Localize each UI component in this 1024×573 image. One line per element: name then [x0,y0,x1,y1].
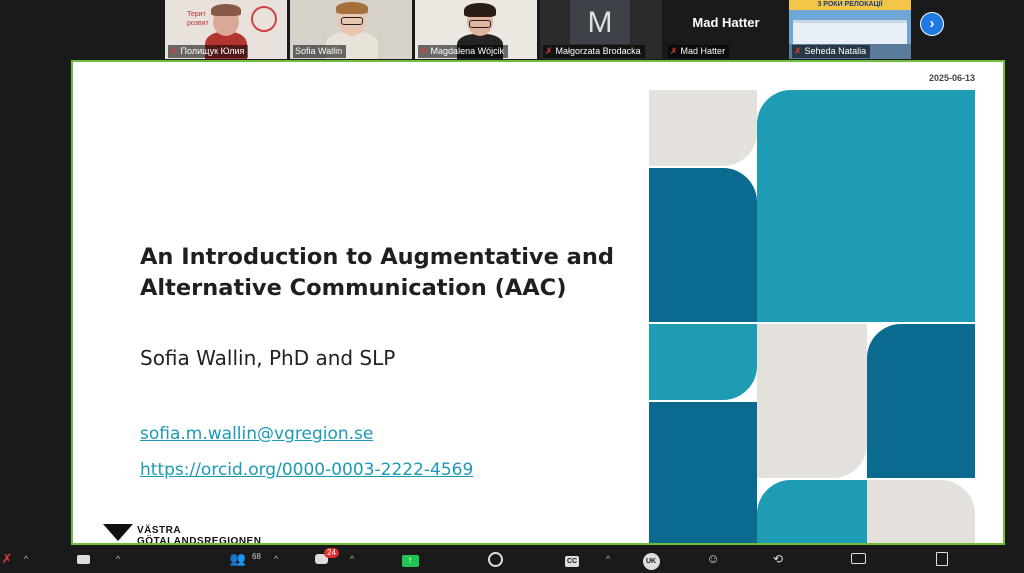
video-options-chevron-up-icon[interactable]: ^ [116,549,120,569]
background-banner: Терит розвит [187,11,209,27]
deco-shape [649,324,757,400]
mute-button[interactable]: ✗ [0,549,14,569]
slide-title: An Introduction to Augmentative and Alte… [140,244,614,301]
avatar-initial: M [587,6,613,39]
participant-name-label: ✗ Magdalena Wójcik [418,45,509,58]
deco-shape [867,324,975,478]
participant-name-label: Sofia Wallin [293,45,347,58]
participants-options-chevron-up-icon[interactable]: ^ [274,549,278,569]
mic-muted-icon: ✗ [794,46,802,56]
participant-name-label: ✗ Małgorzata Brodacka [543,45,645,58]
smiley-face-icon: ☺ [706,551,720,566]
mic-muted-icon: ✗ [170,46,178,56]
monitor-icon [850,553,866,564]
language-globe-icon: UK [642,553,660,570]
apps-icon: ⟲ [772,552,784,566]
video-camera-icon [76,555,90,564]
record-icon [487,552,503,567]
share-screen-button[interactable]: ↑ [400,549,420,569]
participants-button[interactable]: 👥 [226,549,250,569]
deco-shape [649,402,757,543]
captions-options-chevron-up-icon[interactable]: ^ [606,549,610,569]
notes-button[interactable] [932,549,952,569]
participants-count: 68 [252,552,261,561]
participant-tile[interactable]: Sofia Wallin [290,0,412,59]
orcid-link[interactable]: https://orcid.org/0000-0003-2222-4569 [140,460,473,480]
participants-icon: 👥 [229,551,247,566]
mic-muted-icon: ✗ [545,46,553,56]
slide-date: 2025-06-13 [928,73,975,83]
participant-tile[interactable]: ✗ Magdalena Wójcik [415,0,537,59]
background-banner: 3 РОКИ РЕЛОКАЦІЇ [789,0,911,10]
background-logo [251,6,277,32]
deco-shape [867,480,975,543]
participant-name-label: ✗ Mad Hatter [668,45,730,58]
record-button[interactable] [486,549,504,569]
slide-author: Sofia Wallin, PhD and SLP [140,346,396,370]
deco-shape [757,480,867,543]
deco-shape [649,90,757,166]
mic-muted-icon: ✗ [1,551,13,566]
video-button[interactable] [72,549,94,569]
participant-tile[interactable]: M ✗ Małgorzata Brodacka [540,0,662,59]
participant-display-name: Mad Hatter [692,15,760,30]
captions-button[interactable]: CC [562,549,582,569]
participant-strip: Терит розвит ✗ Полищук Юлия Sofia Wallin … [0,0,1024,60]
mic-muted-icon: ✗ [420,46,428,56]
audio-options-chevron-up-icon[interactable]: ^ [24,549,28,569]
notes-icon [936,552,948,566]
region-logo-icon [103,524,133,541]
reactions-button[interactable]: ☺ [703,549,723,569]
avatar: M [570,0,630,44]
deco-shape [757,90,975,322]
whiteboard-button[interactable] [848,549,868,569]
region-logo-text: VÄSTRA GÖTALANDSREGIONEN [137,525,262,545]
participant-tile[interactable]: Терит розвит ✗ Полищук Юлия [165,0,287,59]
meeting-toolbar: ✗ ^ ^ 👥 68 ^ 24 ^ ↑ CC ^ UK ☺ ⟲ [0,545,1024,573]
email-link[interactable]: sofia.m.wallin@vgregion.se [140,424,373,444]
mic-muted-icon: ✗ [670,46,678,56]
language-interpretation-button[interactable]: UK [640,549,662,570]
participant-tile[interactable]: Mad Hatter ✗ Mad Hatter [665,0,787,59]
chat-unread-badge: 24 [324,548,339,558]
chat-options-chevron-up-icon[interactable]: ^ [350,549,354,569]
deco-shape [649,168,757,322]
captions-icon: CC [564,556,580,567]
share-screen-arrow-icon: ↑ [401,555,419,567]
participant-name-label: ✗ Полищук Юлия [168,45,249,58]
participant-tile[interactable]: 3 РОКИ РЕЛОКАЦІЇ ✗ Seheda Natalia [789,0,911,59]
shared-screen: 2025-06-13 An Introduction to Augmentati… [71,60,1005,545]
deco-shape [757,324,867,478]
participant-name-label: ✗ Seheda Natalia [792,45,871,58]
apps-button[interactable]: ⟲ [768,549,788,569]
building-image [793,20,907,47]
next-participants-button[interactable]: › [920,12,944,36]
